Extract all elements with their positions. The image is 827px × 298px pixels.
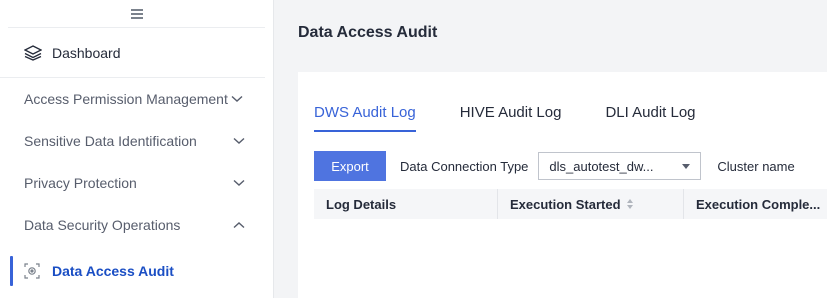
active-indicator xyxy=(10,256,13,286)
export-button[interactable]: Export xyxy=(314,151,386,181)
column-header-execution-started[interactable]: Execution Started xyxy=(498,189,684,219)
column-header-execution-completed: Execution Comple... xyxy=(684,189,820,219)
connection-type-select[interactable]: dls_autotest_dw... xyxy=(538,152,702,180)
column-header-log-details: Log Details xyxy=(314,189,498,219)
menu-collapse-icon xyxy=(130,9,143,19)
sidebar-item-label: Data Access Audit xyxy=(52,263,174,279)
sidebar-item-label: Access Permission Management xyxy=(24,91,228,107)
caret-down-icon xyxy=(682,163,691,169)
sidebar-item-dashboard[interactable]: Dashboard xyxy=(0,28,265,78)
connection-type-value: dls_autotest_dw... xyxy=(549,158,654,174)
audit-icon xyxy=(24,263,40,279)
sidebar-collapse-toggle[interactable] xyxy=(8,0,265,28)
tab-dli-audit-log[interactable]: DLI Audit Log xyxy=(605,104,695,132)
sidebar: Dashboard Access Permission Management S… xyxy=(0,0,274,298)
column-header-label: Execution Comple... xyxy=(696,196,821,212)
column-header-label: Log Details xyxy=(326,196,397,212)
chevron-down-icon xyxy=(233,179,245,186)
layers-icon xyxy=(24,44,42,61)
sidebar-item-label: Sensitive Data Identification xyxy=(24,133,197,149)
sidebar-item-data-access-audit[interactable]: Data Access Audit xyxy=(0,252,273,290)
sidebar-item-privacy-protection[interactable]: Privacy Protection xyxy=(0,162,273,204)
cluster-name-label: Cluster name xyxy=(717,158,795,174)
chevron-down-icon xyxy=(233,137,245,144)
column-header-label: Execution Started xyxy=(510,196,621,212)
sort-icon[interactable] xyxy=(626,199,633,209)
chevron-up-icon xyxy=(233,222,245,229)
tab-hive-audit-log[interactable]: HIVE Audit Log xyxy=(460,104,562,132)
table-header: Log Details Execution Started Execution … xyxy=(314,189,827,219)
audit-log-tabs: DWS Audit Log HIVE Audit Log DLI Audit L… xyxy=(314,104,740,132)
sidebar-item-label: Privacy Protection xyxy=(24,175,137,191)
tab-dws-audit-log[interactable]: DWS Audit Log xyxy=(314,104,416,132)
sidebar-item-access-permission-management[interactable]: Access Permission Management xyxy=(0,78,273,120)
sidebar-item-label: Dashboard xyxy=(52,44,121,61)
sidebar-item-sensitive-data-identification[interactable]: Sensitive Data Identification xyxy=(0,120,273,162)
content-card: DWS Audit Log HIVE Audit Log DLI Audit L… xyxy=(298,72,827,298)
connection-type-label: Data Connection Type xyxy=(400,158,529,174)
chevron-down-icon xyxy=(231,95,243,102)
filter-toolbar: Export Data Connection Type dls_autotest… xyxy=(314,151,827,181)
sidebar-item-data-security-operations[interactable]: Data Security Operations xyxy=(0,204,273,246)
sidebar-item-label: Data Security Operations xyxy=(24,217,181,233)
page-title: Data Access Audit xyxy=(298,24,438,41)
